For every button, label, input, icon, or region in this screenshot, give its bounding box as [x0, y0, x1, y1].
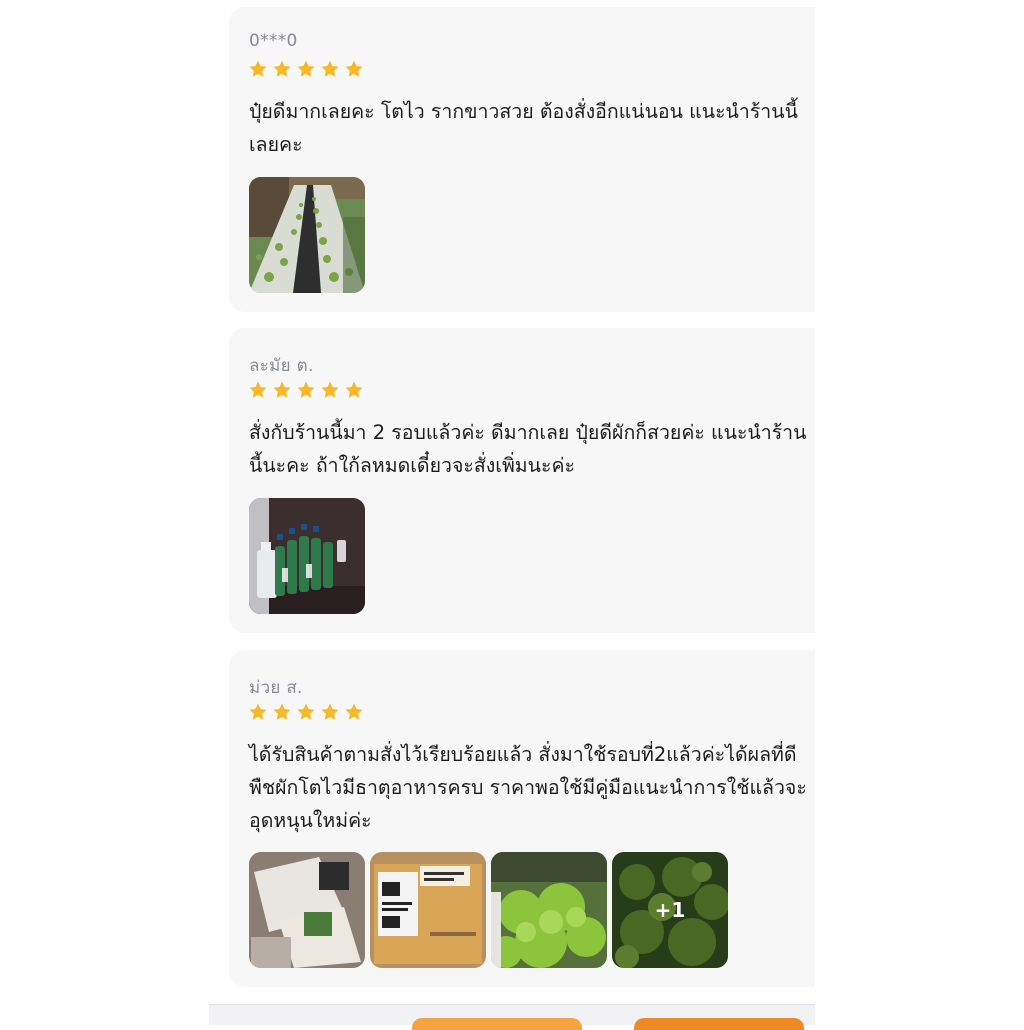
star-icon	[345, 60, 363, 77]
buy-button[interactable]	[634, 1018, 804, 1030]
review-text: สั่งกับร้านนี้มา 2 รอบแล้วค่ะ ดีมากเลย ป…	[249, 421, 807, 477]
review-text: ปุ๋ยดีมากเลยคะ โตไว รากขาวสวย ต้องสั่งอี…	[249, 100, 798, 156]
star-icon	[249, 703, 267, 720]
review-text: ได้รับสินค้าตามสั่งไว้เรียบร้อยแล้ว สั่ง…	[249, 743, 807, 832]
star-icon	[321, 703, 339, 720]
review-photos: +1	[249, 852, 728, 968]
fertilizer-bottles-photo[interactable]	[249, 498, 365, 614]
star-icon	[297, 703, 315, 720]
star-icon	[249, 60, 267, 77]
star-icon	[249, 381, 267, 398]
star-rating	[248, 702, 364, 722]
star-icon	[321, 381, 339, 398]
review-photos	[249, 498, 365, 614]
shipping-box-photo[interactable]	[370, 852, 486, 968]
review-card: ละมัย ต. สั่งกับร้านนี้มา 2 รอบแล้วค่ะ ด…	[229, 328, 815, 633]
review-feed: 0***0 ปุ๋ยดีมากเลยคะ โตไว รากขาวสวย ต้อง…	[209, 0, 815, 1024]
reviewer-name: ละมัย ต.	[249, 356, 314, 376]
green-vegetables-photo[interactable]: +1	[612, 852, 728, 968]
star-rating	[248, 59, 364, 79]
lettuce-photo[interactable]	[491, 852, 607, 968]
reviewer-name: ม่วย ส.	[249, 678, 303, 698]
more-photos-overlay[interactable]: +1	[612, 852, 728, 968]
star-rating	[248, 380, 364, 400]
star-icon	[273, 60, 291, 77]
star-icon	[297, 381, 315, 398]
review-card: 0***0 ปุ๋ยดีมากเลยคะ โตไว รากขาวสวย ต้อง…	[229, 7, 815, 312]
star-icon	[273, 381, 291, 398]
star-icon	[345, 703, 363, 720]
product-package-photo[interactable]	[249, 852, 365, 968]
star-icon	[321, 60, 339, 77]
star-icon	[273, 703, 291, 720]
review-photos	[249, 177, 365, 293]
hydroponic-farm-photo[interactable]	[249, 177, 365, 293]
review-card: ม่วย ส. ได้รับสินค้าตามสั่งไว้เรียบร้อยแ…	[229, 650, 815, 987]
star-icon	[297, 60, 315, 77]
reviewer-name: 0***0	[249, 31, 298, 51]
star-icon	[345, 381, 363, 398]
chat-button[interactable]	[412, 1018, 582, 1030]
more-photos-count: +1	[654, 898, 686, 922]
